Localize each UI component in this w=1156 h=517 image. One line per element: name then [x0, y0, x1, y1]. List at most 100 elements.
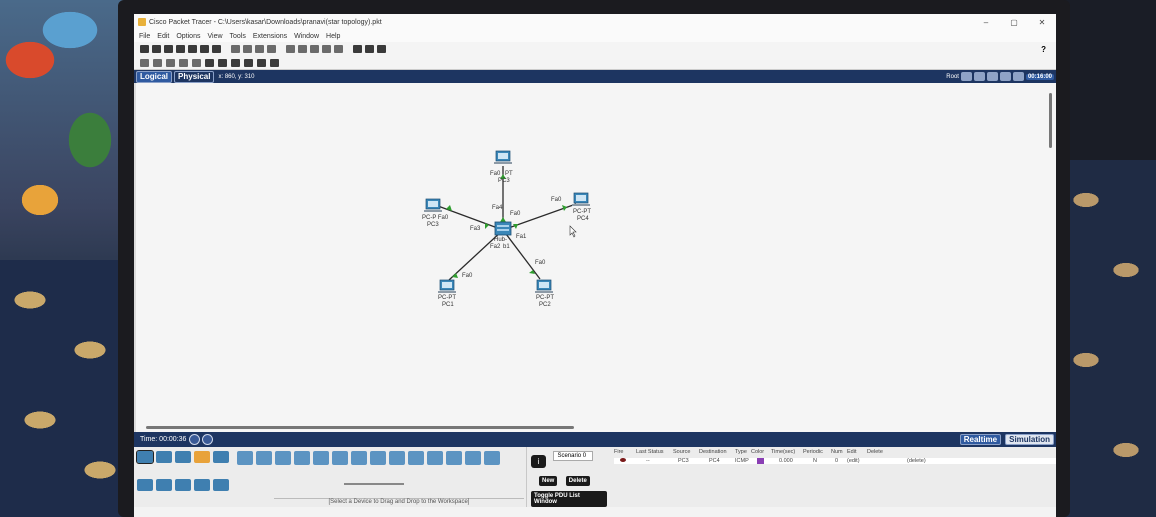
zoom-reset-icon[interactable]: [298, 45, 307, 53]
fire-pdu-icon[interactable]: [620, 458, 626, 462]
info-icon[interactable]: i: [531, 455, 546, 468]
resize-shape-icon[interactable]: [179, 58, 188, 67]
set-tiled-background-icon[interactable]: [999, 72, 1011, 81]
draw-line-icon[interactable]: [205, 58, 214, 67]
menu-view[interactable]: View: [207, 33, 222, 40]
table-row[interactable]: -- PC3 PC4 ICMP 0.000 N 0 (edit) (delete…: [614, 458, 1056, 465]
device-model-icon[interactable]: [256, 451, 272, 465]
open-file-icon[interactable]: [152, 45, 161, 53]
delete-icon[interactable]: [166, 58, 175, 67]
logical-workspace[interactable]: Hub- Fa2 b1 Fa1 Fa0 Fa4 Fa3 Fa0 PT PC3 F…: [134, 83, 1056, 432]
device-model-icon[interactable]: [389, 451, 405, 465]
device-model-icon[interactable]: [332, 451, 348, 465]
root-label[interactable]: Root: [946, 74, 959, 80]
image-icon[interactable]: [377, 45, 386, 53]
new-scenario-button[interactable]: New: [539, 476, 558, 486]
menu-window[interactable]: Window: [294, 33, 319, 40]
undo-icon[interactable]: [255, 45, 264, 53]
minimize-button[interactable]: –: [972, 18, 1000, 27]
col-num: Num: [831, 449, 843, 455]
pc3-device[interactable]: [424, 198, 442, 212]
device-list-scrollbar[interactable]: [344, 483, 404, 485]
col-time: Time(sec): [771, 449, 796, 455]
scenario-select[interactable]: Scenario 0: [553, 451, 594, 461]
category-network-devices-icon[interactable]: [136, 450, 154, 464]
draw-ellipse-icon[interactable]: [231, 58, 240, 67]
menu-tools[interactable]: Tools: [230, 33, 246, 40]
category-misc-icon[interactable]: [213, 451, 229, 463]
menu-file[interactable]: File: [139, 33, 150, 40]
new-cluster-icon[interactable]: [973, 72, 985, 81]
freeform-icon[interactable]: [244, 58, 253, 67]
device-model-icon[interactable]: [294, 451, 310, 465]
custom-device-icon[interactable]: [212, 45, 221, 53]
zoom-in-icon[interactable]: [286, 45, 295, 53]
add-complex-pdu-icon[interactable]: [270, 58, 279, 67]
network-info-icon[interactable]: [200, 45, 209, 53]
pc4-device[interactable]: [572, 192, 590, 206]
pdu-list-icon[interactable]: [365, 45, 374, 53]
back-icon[interactable]: [960, 72, 972, 81]
edit-cell[interactable]: (edit): [847, 458, 907, 464]
menu-extensions[interactable]: Extensions: [253, 33, 287, 40]
fast-forward-icon[interactable]: [202, 434, 214, 445]
menu-options[interactable]: Options: [176, 33, 200, 40]
menu-edit[interactable]: Edit: [157, 33, 169, 40]
add-simple-pdu-icon[interactable]: [257, 58, 266, 67]
pc2-device[interactable]: [535, 279, 553, 293]
subcategory-wireless-icon[interactable]: [194, 478, 210, 491]
menu-help[interactable]: Help: [326, 33, 340, 40]
activity-wizard-icon[interactable]: [188, 45, 197, 53]
fire-cell[interactable]: [614, 458, 636, 464]
toggle-pdu-list-button[interactable]: Toggle PDU List Window: [531, 491, 607, 507]
pc0-device[interactable]: [494, 150, 512, 164]
device-model-icon[interactable]: [313, 451, 329, 465]
delete-cell[interactable]: (delete): [907, 458, 947, 464]
close-button[interactable]: ✕: [1028, 18, 1056, 27]
device-model-icon[interactable]: [465, 451, 481, 465]
zoom-out-icon[interactable]: [310, 45, 319, 53]
device-model-icon[interactable]: [351, 451, 367, 465]
subcategory-hubs-icon[interactable]: [175, 478, 191, 491]
delete-scenario-button[interactable]: Delete: [565, 476, 590, 486]
copy-icon[interactable]: [231, 45, 240, 53]
place-note-icon[interactable]: [192, 58, 201, 67]
viewport-icon[interactable]: [353, 45, 362, 53]
save-icon[interactable]: [164, 45, 173, 53]
new-file-icon[interactable]: [140, 45, 149, 53]
tab-physical[interactable]: Physical: [174, 70, 215, 83]
device-model-icon[interactable]: [427, 451, 443, 465]
hub-device[interactable]: [494, 221, 512, 236]
vertical-scrollbar[interactable]: [1049, 93, 1052, 148]
device-model-icon[interactable]: [408, 451, 424, 465]
tab-realtime[interactable]: Realtime: [959, 434, 1002, 445]
help-question-icon[interactable]: ?: [1041, 45, 1046, 54]
pc1-device[interactable]: [438, 279, 456, 293]
redo-icon[interactable]: [267, 45, 276, 53]
device-model-icon[interactable]: [370, 451, 386, 465]
drawing-palette-icon[interactable]: [322, 45, 331, 53]
paste-icon[interactable]: [243, 45, 252, 53]
draw-rectangle-icon[interactable]: [218, 58, 227, 67]
category-connections-icon[interactable]: [194, 451, 210, 463]
select-icon[interactable]: [140, 58, 149, 67]
category-components-icon[interactable]: [175, 451, 191, 463]
subcategory-switches-icon[interactable]: [156, 478, 172, 491]
power-cycle-icon[interactable]: [189, 434, 201, 445]
print-icon[interactable]: [176, 45, 185, 53]
device-model-icon[interactable]: [446, 451, 462, 465]
move-object-icon[interactable]: [986, 72, 998, 81]
subcategory-security-icon[interactable]: [213, 478, 229, 491]
category-end-devices-icon[interactable]: [156, 451, 172, 463]
inspect-icon[interactable]: [153, 58, 162, 67]
custom-device-dialog-icon[interactable]: [334, 45, 343, 53]
num-cell: 0: [835, 458, 839, 464]
subcategory-routers-icon[interactable]: [137, 478, 153, 491]
device-model-icon[interactable]: [237, 451, 253, 465]
tab-simulation[interactable]: Simulation: [1005, 434, 1054, 445]
device-model-icon[interactable]: [484, 451, 500, 465]
maximize-button[interactable]: ▢: [1000, 18, 1028, 27]
horizontal-scrollbar[interactable]: [146, 426, 574, 429]
device-model-icon[interactable]: [275, 451, 291, 465]
tab-logical[interactable]: Logical: [136, 70, 173, 83]
